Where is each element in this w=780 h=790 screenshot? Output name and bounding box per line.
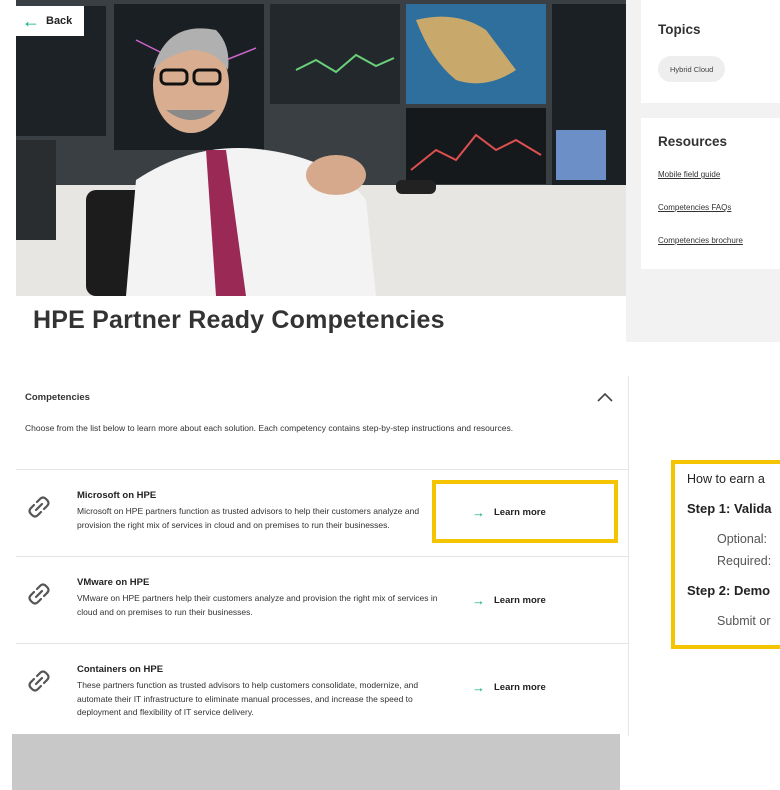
- competencies-panel: Competencies Choose from the list below …: [16, 376, 629, 736]
- resources-title: Resources: [658, 134, 728, 149]
- competency-title: Microsoft on HPE: [77, 490, 157, 501]
- learn-more-containers-link[interactable]: → Learn more: [472, 681, 546, 694]
- competency-row-microsoft: Microsoft on HPE Microsoft on HPE partne…: [16, 469, 628, 556]
- arrow-right-icon: →: [472, 593, 485, 608]
- how-to-earn-box: How to earn a Step 1: Valida Optional: R…: [671, 460, 780, 649]
- learn-more-label: Learn more: [494, 507, 546, 518]
- footer-band: [12, 734, 620, 790]
- hero-image: [16, 0, 626, 296]
- resource-link-mobile-field-guide[interactable]: Mobile field guide: [658, 170, 720, 179]
- competencies-title: Competencies: [25, 392, 90, 403]
- hero-photo-illustration: [16, 0, 626, 296]
- how-to-earn-heading: How to earn a: [687, 472, 765, 486]
- competency-description: VMware on HPE partners help their custom…: [77, 593, 438, 617]
- resources-card: Resources Mobile field guide Competencie…: [641, 118, 780, 269]
- arrow-right-icon: →: [472, 680, 485, 695]
- resource-link-competencies-faqs[interactable]: Competencies FAQs: [658, 203, 731, 212]
- learn-more-label: Learn more: [494, 595, 546, 606]
- competency-title: Containers on HPE: [77, 664, 164, 675]
- arrow-left-icon: ←: [22, 11, 40, 31]
- submit-label: Submit or: [717, 614, 771, 628]
- optional-label: Optional:: [717, 532, 768, 546]
- learn-more-microsoft-link[interactable]: → Learn more: [472, 506, 546, 519]
- back-label: Back: [46, 15, 73, 27]
- competency-title: VMware on HPE: [77, 577, 150, 588]
- step-1-title: Step 1: Valida: [687, 501, 772, 516]
- chain-link-icon: [28, 583, 50, 605]
- learn-more-label: Learn more: [494, 682, 546, 693]
- chain-link-icon: [28, 496, 50, 518]
- learn-more-vmware-link[interactable]: → Learn more: [472, 594, 546, 607]
- chevron-up-icon[interactable]: [596, 390, 614, 404]
- competency-row-vmware: VMware on HPE VMware on HPE partners hel…: [16, 556, 628, 643]
- chain-link-icon: [28, 670, 50, 692]
- arrow-right-icon: →: [472, 505, 485, 520]
- competency-description: These partners function as trusted advis…: [77, 680, 419, 717]
- topics-card: Topics Hybrid Cloud: [641, 0, 780, 103]
- step-2-title: Step 2: Demo: [687, 583, 771, 598]
- competencies-description: Choose from the list below to learn more…: [25, 423, 514, 433]
- topics-title: Topics: [658, 22, 701, 37]
- required-label: Required:: [717, 554, 772, 568]
- resource-link-competencies-brochure[interactable]: Competencies brochure: [658, 236, 743, 245]
- page-title: HPE Partner Ready Competencies: [33, 306, 445, 334]
- competency-description: Microsoft on HPE partners function as tr…: [77, 506, 420, 530]
- topic-chip-hybrid-cloud[interactable]: Hybrid Cloud: [658, 56, 726, 82]
- back-button[interactable]: ← Back: [16, 6, 84, 36]
- competency-row-containers: Containers on HPE These partners functio…: [16, 643, 628, 737]
